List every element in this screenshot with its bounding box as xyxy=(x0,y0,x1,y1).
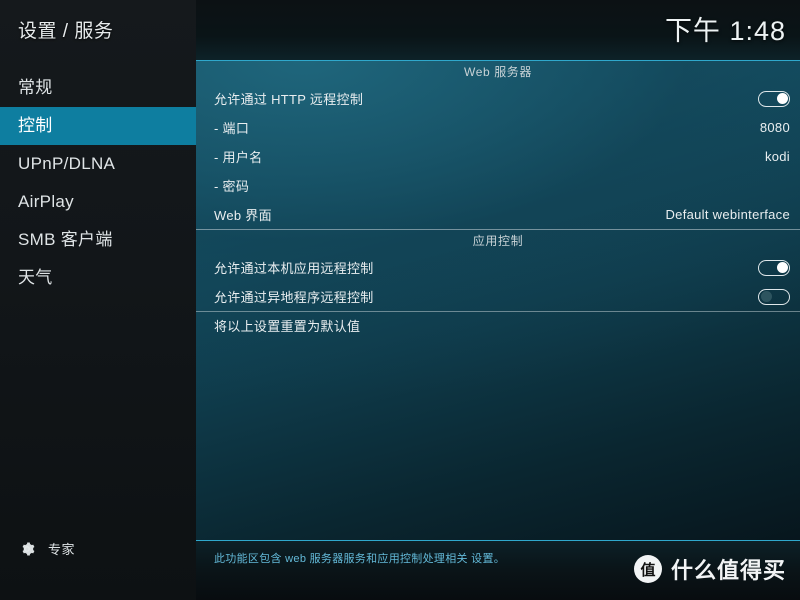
sidebar-item-5[interactable]: 天气 xyxy=(0,259,196,297)
watermark: 值 什么值得买 xyxy=(633,553,786,585)
section-header-1: 应用控制 xyxy=(196,229,800,253)
gear-icon xyxy=(18,540,36,558)
setting-label: - 用户名 xyxy=(214,150,263,165)
sidebar: 设置 / 服务 常规 控制 UPnP/DLNA AirPlay SMB 客户端 天气 专家 xyxy=(0,0,196,600)
setting-label: - 密码 xyxy=(214,179,250,194)
toggle-knob xyxy=(760,290,772,302)
toggle-switch[interactable] xyxy=(758,288,790,305)
sidebar-item-3[interactable]: AirPlay xyxy=(0,183,196,221)
setting-label: 允许通过 HTTP 远程控制 xyxy=(214,92,364,107)
footer: 此功能区包含 web 服务器服务和应用控制处理相关 设置。 值 什么值得买 xyxy=(196,540,800,600)
sidebar-item-2[interactable]: UPnP/DLNA xyxy=(0,145,196,183)
clock: 下午 1:48 xyxy=(664,16,786,46)
setting-label: 允许通过异地程序远程控制 xyxy=(214,290,374,305)
top-bar: 下午 1:48 xyxy=(196,0,800,60)
setting-row[interactable]: 允许通过异地程序远程控制 xyxy=(196,282,800,311)
setting-label: 允许通过本机应用远程控制 xyxy=(214,261,374,276)
setting-row[interactable]: Web 界面 Default webinterface xyxy=(196,200,800,229)
setting-row[interactable]: - 密码 xyxy=(196,171,800,200)
expert-level-label: 专家 xyxy=(48,542,76,557)
section-header-0: Web 服务器 xyxy=(196,60,800,84)
watermark-text: 什么值得买 xyxy=(670,558,786,583)
settings-content: Web 服务器 允许通过 HTTP 远程控制 - 端口 8080- 用户名 kodi - … xyxy=(196,60,800,540)
toggle-knob xyxy=(776,92,788,104)
toggle-knob xyxy=(776,261,788,273)
page-title: 设置 / 服务 xyxy=(18,21,114,42)
setting-label: - 端口 xyxy=(214,121,250,136)
setting-label: Web 界面 xyxy=(214,208,272,223)
setting-row[interactable]: 将以上设置重置为默认值 xyxy=(196,311,800,340)
toggle-switch[interactable] xyxy=(758,259,790,276)
kodi-settings-screen: 设置 / 服务 常规 控制 UPnP/DLNA AirPlay SMB 客户端 天气 专家… xyxy=(0,0,800,600)
sidebar-nav: 常规 控制 UPnP/DLNA AirPlay SMB 客户端 天气 xyxy=(0,69,196,297)
setting-row[interactable]: 允许通过 HTTP 远程控制 xyxy=(196,84,800,113)
setting-row[interactable]: - 用户名 kodi xyxy=(196,142,800,171)
help-text: 此功能区包含 web 服务器服务和应用控制处理相关 设置。 xyxy=(214,553,506,565)
setting-row[interactable]: 允许通过本机应用远程控制 xyxy=(196,253,800,282)
sidebar-item-0[interactable]: 常规 xyxy=(0,69,196,107)
setting-row[interactable]: - 端口 8080 xyxy=(196,113,800,142)
toggle-switch[interactable] xyxy=(758,90,790,107)
setting-value[interactable]: kodi xyxy=(765,149,790,164)
watermark-logo-icon: 值 xyxy=(633,555,662,583)
sidebar-item-1[interactable]: 控制 xyxy=(0,107,196,145)
expert-level-indicator[interactable]: 专家 xyxy=(18,539,75,558)
sidebar-item-4[interactable]: SMB 客户端 xyxy=(0,221,196,259)
setting-label: 将以上设置重置为默认值 xyxy=(214,319,361,334)
setting-value[interactable]: 8080 xyxy=(760,120,790,135)
setting-value[interactable]: Default webinterface xyxy=(665,207,790,222)
